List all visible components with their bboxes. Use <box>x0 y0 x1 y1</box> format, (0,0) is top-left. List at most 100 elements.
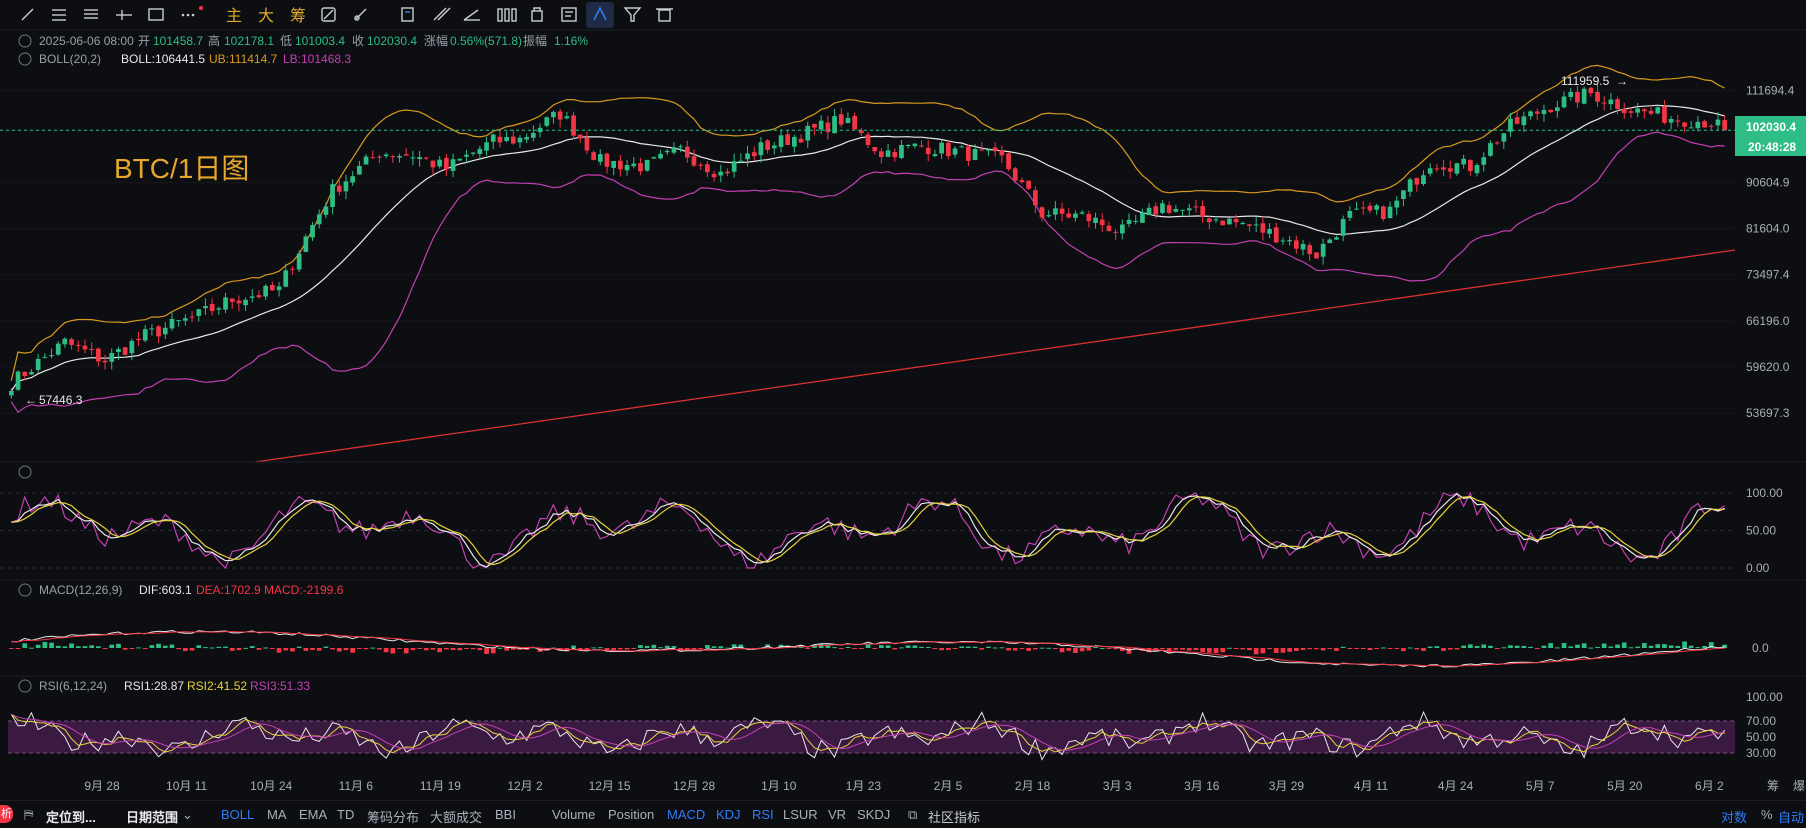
ind-ma[interactable]: MA <box>267 807 287 822</box>
hline-tool-icon[interactable] <box>52 9 66 21</box>
trash-icon[interactable] <box>656 8 673 22</box>
main-toggle[interactable]: 主 <box>226 7 242 25</box>
log-scale-toggle[interactable]: 对数 <box>1721 807 1747 826</box>
filter-icon[interactable] <box>623 7 642 22</box>
collapse-icon[interactable] <box>18 583 32 597</box>
kdj-expand-icon[interactable] <box>18 465 32 479</box>
sub-position[interactable]: Position <box>608 807 654 822</box>
macd-histogram-bar <box>1079 648 1085 652</box>
macd-histogram-bar <box>999 647 1005 649</box>
locate-button[interactable]: 定位到... <box>46 807 96 826</box>
close-label: 收 <box>352 34 364 48</box>
ind-boll[interactable]: BOLL <box>221 807 254 822</box>
ind-bigtrade[interactable]: 大额成交 <box>430 807 482 826</box>
candle <box>9 391 14 396</box>
multi-line-icon[interactable] <box>84 9 98 19</box>
candle <box>343 181 349 192</box>
sub-macd[interactable]: MACD <box>667 807 705 822</box>
brush-icon[interactable] <box>354 8 367 21</box>
chip-toggle[interactable]: 筹 <box>290 7 306 25</box>
side-badge[interactable]: 析 <box>0 805 13 823</box>
macd-histogram-bar <box>1233 648 1239 649</box>
macd-histogram-bar <box>1039 647 1045 649</box>
ind-ema[interactable]: EMA <box>299 807 327 822</box>
macd-histogram-bar <box>1093 647 1098 648</box>
candle <box>544 117 550 126</box>
date-range-button[interactable]: 日期范围 <box>126 807 178 826</box>
macd-histogram-bar <box>1240 648 1246 650</box>
edit-icon[interactable] <box>463 9 480 21</box>
chart-canvas[interactable]: 主 大 筹 BTC/1日图 2025-06-06 08:00 开 101458.… <box>0 0 1806 800</box>
lock-icon[interactable] <box>531 7 543 22</box>
ray-icon[interactable] <box>116 10 132 20</box>
candle <box>1066 213 1072 218</box>
candle <box>156 326 161 337</box>
ind-td[interactable]: TD <box>337 807 354 822</box>
macd-histogram-bar <box>330 648 335 650</box>
candle <box>972 149 978 160</box>
candle <box>812 123 817 128</box>
locate-icon[interactable]: ⛿ <box>24 807 33 823</box>
sub-rsi[interactable]: RSI <box>752 807 774 822</box>
community-indicators[interactable]: 社区指标 <box>928 807 980 826</box>
candle <box>872 147 878 152</box>
community-icon[interactable]: ⧉ <box>908 807 917 823</box>
macd-histogram-bar <box>102 648 108 649</box>
magnet-icon[interactable] <box>586 2 614 28</box>
ind-bbi[interactable]: BBI <box>495 807 516 822</box>
macd-histogram-bar <box>892 648 898 650</box>
macd-histogram-bar <box>1059 648 1065 653</box>
macd-histogram-bar <box>1099 648 1105 649</box>
macd-histogram-bar <box>1280 648 1286 653</box>
line-tool-icon[interactable] <box>21 8 34 21</box>
copy-icon[interactable] <box>401 7 414 22</box>
compare-icon[interactable] <box>321 7 336 22</box>
macd-histogram-bar <box>1568 646 1574 648</box>
macd-histogram-bar <box>504 648 509 651</box>
macd-histogram-bar <box>1427 646 1433 648</box>
macd-histogram-bar <box>1635 646 1640 648</box>
candle <box>571 115 576 136</box>
chevron-down-icon[interactable]: ⌄ <box>182 807 193 823</box>
auto-toggle[interactable]: 自动 <box>1778 807 1804 826</box>
collapse-icon[interactable] <box>18 52 32 66</box>
sub-lsur[interactable]: LSUR <box>783 807 818 822</box>
candle <box>772 145 777 149</box>
macd-histogram-bar <box>1474 646 1480 648</box>
ind-chip[interactable]: 筹码分布 <box>367 807 419 826</box>
macd-histogram-bar <box>490 648 496 654</box>
candle <box>591 152 596 160</box>
candle <box>270 285 275 291</box>
note-icon[interactable] <box>561 7 577 22</box>
macd-histogram-bar <box>1615 644 1620 648</box>
rect-tool-icon[interactable] <box>148 8 164 21</box>
big-toggle[interactable]: 大 <box>258 7 274 25</box>
candle <box>1541 109 1547 115</box>
candle <box>310 225 315 238</box>
candle <box>1079 212 1085 214</box>
snapshot-icon[interactable] <box>497 8 517 22</box>
ruler-icon[interactable] <box>433 7 451 21</box>
amp-label: 振幅 <box>523 33 547 48</box>
sub-kdj[interactable]: KDJ <box>716 807 741 822</box>
candle <box>1407 179 1413 192</box>
candle <box>129 340 135 354</box>
candle <box>1682 122 1687 127</box>
sub-volume[interactable]: Volume <box>552 807 595 822</box>
macd-histogram-bar <box>1441 648 1446 651</box>
rsi1-value: RSI1:28.87 <box>124 679 184 693</box>
candle <box>1494 142 1500 144</box>
macd-histogram-bar <box>1180 648 1185 650</box>
macd-histogram-bar <box>1294 648 1299 651</box>
more-icon[interactable] <box>181 6 203 17</box>
macd-histogram-bar <box>1628 647 1634 649</box>
candle <box>370 157 376 159</box>
percent-toggle[interactable]: % <box>1761 807 1773 822</box>
sub-skdj[interactable]: SKDJ <box>857 807 890 822</box>
collapse-icon[interactable] <box>18 34 32 48</box>
candle <box>142 329 148 341</box>
sub-vr[interactable]: VR <box>828 807 846 822</box>
collapse-icon[interactable] <box>18 679 32 693</box>
date-axis[interactable]: 9月 28 10月 11 10月 24 11月 6 11月 19 12月 2 12月 15 1… <box>84 779 1724 793</box>
kdj-tick-label: 100.00 <box>1746 486 1783 500</box>
